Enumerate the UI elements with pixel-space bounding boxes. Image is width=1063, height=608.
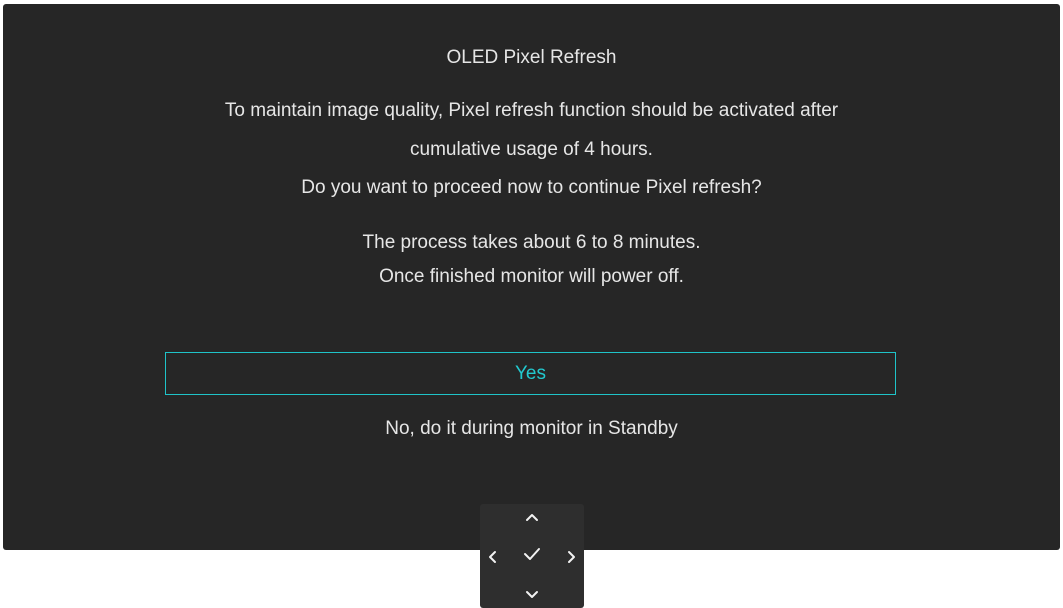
- chevron-down-icon[interactable]: [522, 584, 542, 604]
- dialog-message-line: Once finished monitor will power off.: [379, 266, 684, 287]
- dialog-message-line: The process takes about 6 to 8 minutes.: [362, 232, 701, 253]
- chevron-up-icon[interactable]: [522, 508, 542, 528]
- joystick-control: [480, 504, 584, 608]
- yes-button[interactable]: Yes: [165, 352, 896, 395]
- dialog-message-line: To maintain image quality, Pixel refresh…: [224, 100, 839, 121]
- dialog-message-line: cumulative usage of 4 hours.: [410, 139, 653, 160]
- no-standby-button[interactable]: No, do it during monitor in Standby: [3, 417, 1060, 441]
- dialog-message-line: Do you want to proceed now to continue P…: [301, 177, 762, 198]
- checkmark-icon[interactable]: [522, 544, 542, 564]
- dialog-title: OLED Pixel Refresh: [446, 47, 617, 68]
- chevron-left-icon[interactable]: [483, 547, 503, 567]
- osd-dialog: OLED Pixel Refresh To maintain image qua…: [3, 4, 1060, 550]
- chevron-right-icon[interactable]: [561, 547, 581, 567]
